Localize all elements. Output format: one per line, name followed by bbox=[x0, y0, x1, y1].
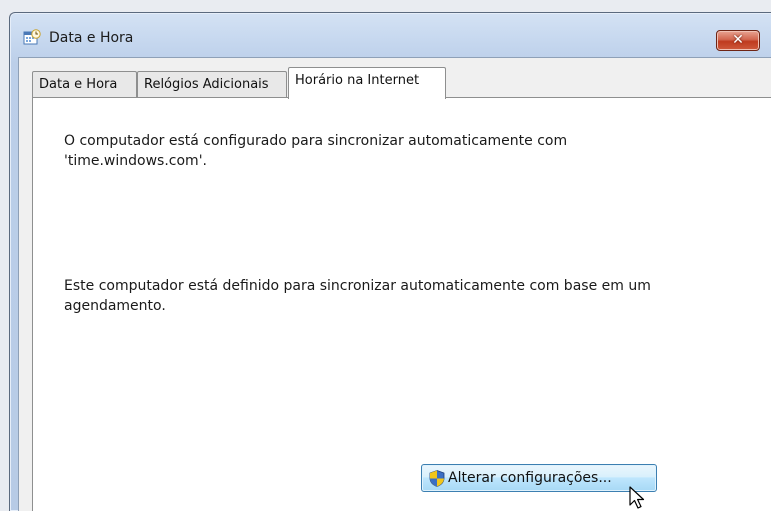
change-settings-button[interactable]: Alterar configurações... bbox=[421, 464, 657, 492]
tab-relogios-adicionais[interactable]: Relógios Adicionais bbox=[137, 71, 287, 97]
dialog-window: Data e Hora ✕ Data e Hora Relógios Adici… bbox=[9, 12, 771, 511]
window-title: Data e Hora bbox=[49, 30, 134, 46]
tab-horario-na-internet[interactable]: Horário na Internet bbox=[288, 67, 446, 99]
uac-shield-icon bbox=[429, 470, 445, 487]
close-icon: ✕ bbox=[732, 32, 744, 48]
sync-server-text: O computador está configurado para sincr… bbox=[64, 133, 568, 169]
mouse-pointer-icon bbox=[629, 486, 645, 509]
calendar-clock-icon bbox=[23, 29, 41, 45]
change-settings-label: Alterar configurações... bbox=[448, 470, 612, 486]
tab-data-e-hora[interactable]: Data e Hora bbox=[32, 71, 137, 97]
close-button[interactable]: ✕ bbox=[716, 30, 760, 51]
title-bar[interactable]: Data e Hora ✕ bbox=[10, 13, 771, 57]
dialog-body: Data e Hora Relógios Adicionais Horário … bbox=[18, 57, 771, 511]
tab-panel-horario-internet: O computador está configurado para sincr… bbox=[32, 97, 771, 511]
sync-schedule-text: Este computador está definido para sincr… bbox=[64, 278, 651, 314]
